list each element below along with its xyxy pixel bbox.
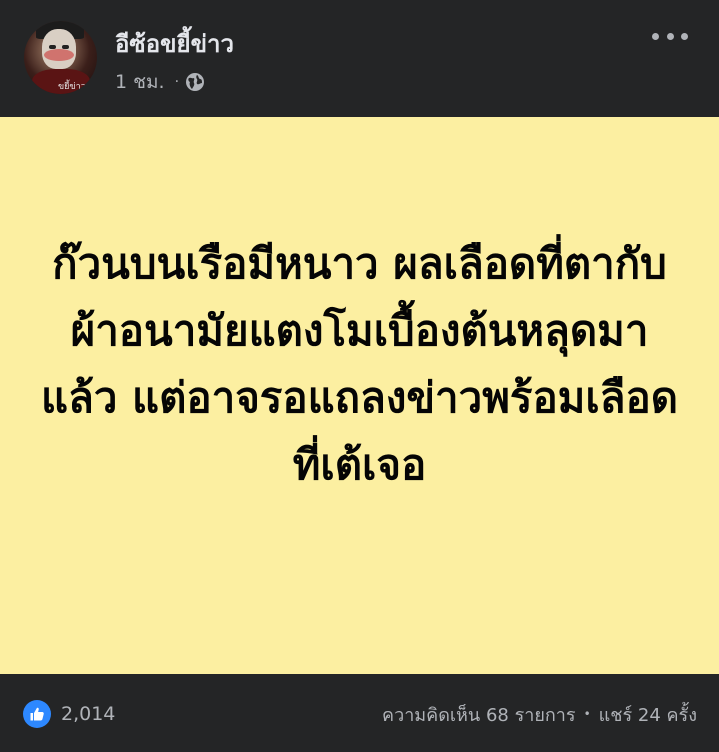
more-dot-icon — [681, 32, 688, 40]
like-icon — [23, 700, 51, 728]
reaction-count[interactable]: 2,014 — [61, 703, 115, 725]
avatar-cheek — [44, 49, 74, 61]
post-timestamp[interactable]: 1 ชม. — [115, 67, 165, 97]
engagement-stats: ความคิดเห็น 68 รายการ • แชร์ 24 ครั้ง — [382, 700, 697, 728]
post-header: ขยี้ข่าว อีซ้อขยี้ข่าว 1 ชม. · — [0, 0, 719, 117]
more-dot-icon — [666, 32, 674, 40]
meta-separator: · — [174, 74, 180, 90]
more-options-button[interactable] — [652, 30, 688, 42]
avatar-eye-left — [49, 45, 56, 49]
page-avatar[interactable]: ขยี้ข่าว — [24, 21, 97, 94]
more-dot-icon — [652, 32, 659, 40]
avatar-eye-right — [62, 45, 69, 49]
share-count-link[interactable]: แชร์ 24 ครั้ง — [599, 700, 697, 729]
post-body-text: ก๊วนบนเรือมีหนาว ผลเลือดที่ตากับผ้าอนามั… — [41, 239, 678, 489]
page-name[interactable]: อีซ้อขยี้ข่าว — [115, 24, 234, 63]
avatar-watermark: ขยี้ข่าว — [58, 82, 86, 92]
reaction-summary[interactable]: 2,014 — [23, 700, 115, 728]
comment-count-link[interactable]: ความคิดเห็น 68 รายการ — [382, 700, 576, 729]
post-meta: 1 ชม. · — [115, 68, 205, 96]
stats-separator: • — [583, 707, 591, 721]
globe-icon[interactable] — [185, 72, 205, 92]
